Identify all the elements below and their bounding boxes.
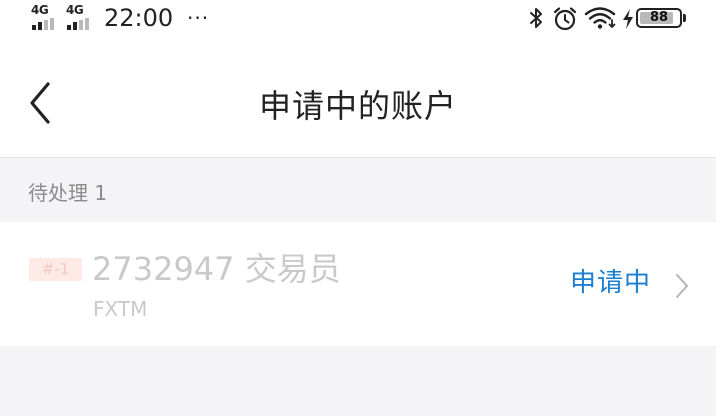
wifi-icon	[584, 7, 616, 29]
chevron-right-icon	[676, 274, 688, 298]
charging-icon	[623, 9, 633, 29]
pending-count-label: 待处理 1	[28, 181, 108, 205]
status-bar: 4G 4G 22:00 ··· 88	[0, 0, 716, 38]
more-notifications-icon: ···	[187, 6, 210, 30]
battery-level: 88	[649, 10, 669, 25]
bluetooth-icon	[530, 8, 542, 28]
signal-label: 4G	[66, 3, 84, 17]
page-title: 申请中的账户	[258, 87, 457, 125]
battery-cap	[683, 14, 686, 22]
alarm-icon	[553, 7, 577, 31]
battery-indicator: 88	[636, 8, 682, 28]
screen: 4G 4G 22:00 ··· 88 申请中的账户 待处理 1 #-1 2732…	[0, 0, 716, 416]
navigation-bar: 申请中的账户	[0, 38, 716, 158]
section-header: 待处理 1	[0, 158, 716, 222]
status-time: 22:00	[104, 4, 174, 32]
account-list-item[interactable]: #-1 2732947 交易员 FXTM 申请中	[0, 222, 716, 346]
application-status: 申请中	[570, 268, 652, 298]
signal-label: 4G	[31, 3, 49, 17]
broker-name: FXTM	[93, 297, 148, 321]
signal-4g-1-icon: 4G	[31, 4, 57, 30]
account-tag-badge: #-1	[29, 258, 82, 281]
account-title: 2732947 交易员	[92, 250, 341, 288]
signal-4g-2-icon: 4G	[66, 4, 92, 30]
